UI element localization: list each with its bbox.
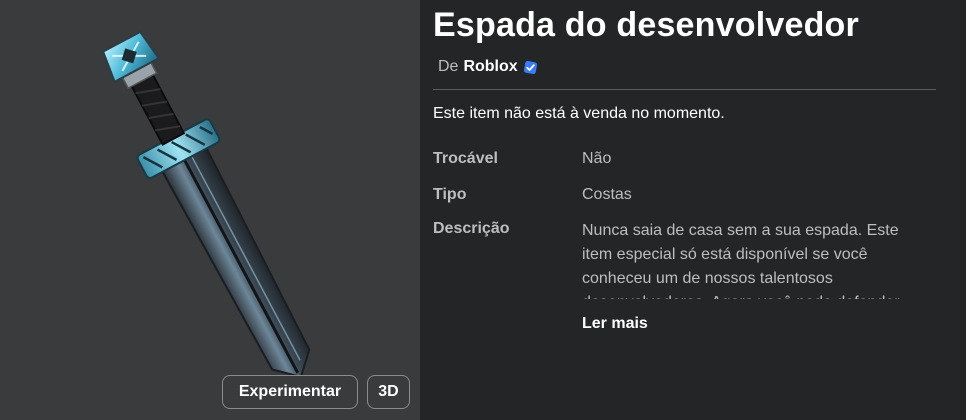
verified-badge-icon xyxy=(523,60,538,75)
sale-status: Este item não está à venda no momento. xyxy=(433,105,725,122)
tradable-label: Trocável xyxy=(433,150,498,167)
creator-prefix: De xyxy=(438,58,459,75)
description-text: Nunca saia de casa sem a sua espada. Est… xyxy=(582,222,900,299)
item-title: Espada do desenvolvedor xyxy=(433,6,859,44)
type-value: Costas xyxy=(582,186,632,203)
read-more-link[interactable]: Ler mais xyxy=(582,315,648,333)
item-preview: Experimentar 3D xyxy=(0,0,420,420)
type-label: Tipo xyxy=(433,186,467,203)
description-label: Descrição xyxy=(433,220,510,237)
tradable-value: Não xyxy=(582,150,612,167)
creator-line: De Roblox xyxy=(438,58,538,76)
view-3d-button[interactable]: 3D xyxy=(367,375,410,409)
creator-link[interactable]: Roblox xyxy=(463,58,517,76)
try-on-button[interactable]: Experimentar xyxy=(222,375,358,409)
sword-icon xyxy=(101,30,311,379)
divider xyxy=(433,89,936,90)
